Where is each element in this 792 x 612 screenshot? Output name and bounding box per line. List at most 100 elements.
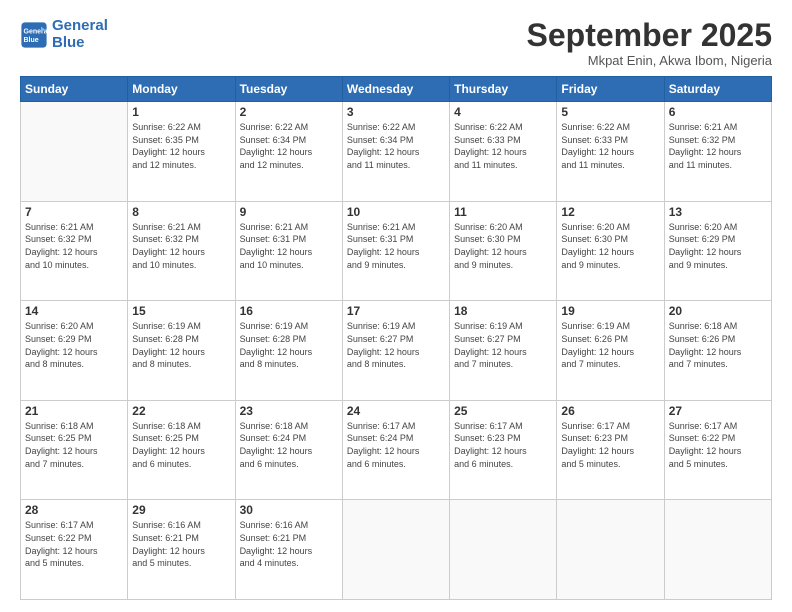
day-info: Sunrise: 6:17 AM Sunset: 6:24 PM Dayligh…: [347, 420, 445, 470]
day-info: Sunrise: 6:20 AM Sunset: 6:29 PM Dayligh…: [25, 320, 123, 370]
day-number: 23: [240, 404, 338, 418]
day-number: 30: [240, 503, 338, 517]
day-info: Sunrise: 6:19 AM Sunset: 6:28 PM Dayligh…: [240, 320, 338, 370]
day-info: Sunrise: 6:18 AM Sunset: 6:25 PM Dayligh…: [25, 420, 123, 470]
table-row: 6Sunrise: 6:21 AM Sunset: 6:32 PM Daylig…: [664, 102, 771, 202]
day-info: Sunrise: 6:17 AM Sunset: 6:22 PM Dayligh…: [669, 420, 767, 470]
day-info: Sunrise: 6:22 AM Sunset: 6:33 PM Dayligh…: [561, 121, 659, 171]
table-row: 8 Sunrise: 6:21 AM Sunset: 6:32 PM Daylig…: [128, 201, 235, 301]
day-info: Sunrise: 6:20 AM Sunset: 6:29 PM Dayligh…: [669, 221, 767, 271]
day-number: 27: [669, 404, 767, 418]
calendar-week-row: 21 Sunrise: 6:18 AM Sunset: 6:25 PM Dayli…: [21, 400, 772, 500]
col-saturday: Saturday: [664, 77, 771, 102]
col-friday: Friday: [557, 77, 664, 102]
table-row: 23 Sunrise: 6:18 AM Sunset: 6:24 PM Dayli…: [235, 400, 342, 500]
day-number: 8: [132, 205, 230, 219]
day-number: 7: [25, 205, 123, 219]
day-info: Sunrise: 6:19 AM Sunset: 6:28 PM Dayligh…: [132, 320, 230, 370]
col-tuesday: Tuesday: [235, 77, 342, 102]
table-row: 25Sunrise: 6:17 AM Sunset: 6:23 PM Dayli…: [450, 400, 557, 500]
calendar-week-row: 14Sunrise: 6:20 AM Sunset: 6:29 PM Dayli…: [21, 301, 772, 401]
day-number: 2: [240, 105, 338, 119]
day-number: 19: [561, 304, 659, 318]
day-info: Sunrise: 6:19 AM Sunset: 6:27 PM Dayligh…: [347, 320, 445, 370]
day-number: 28: [25, 503, 123, 517]
table-row: 27 Sunrise: 6:17 AM Sunset: 6:22 PM Dayli…: [664, 400, 771, 500]
day-number: 4: [454, 105, 552, 119]
day-number: 12: [561, 205, 659, 219]
day-info: Sunrise: 6:17 AM Sunset: 6:22 PM Dayligh…: [25, 519, 123, 569]
table-row: 21 Sunrise: 6:18 AM Sunset: 6:25 PM Dayli…: [21, 400, 128, 500]
day-info: Sunrise: 6:22 AM Sunset: 6:34 PM Dayligh…: [240, 121, 338, 171]
header: General Blue General Blue September 2025…: [20, 18, 772, 68]
day-info: Sunrise: 6:22 AM Sunset: 6:34 PM Dayligh…: [347, 121, 445, 171]
day-number: 5: [561, 105, 659, 119]
calendar-week-row: 1 Sunrise: 6:22 AM Sunset: 6:35 PM Daylig…: [21, 102, 772, 202]
table-row: 11Sunrise: 6:20 AM Sunset: 6:30 PM Dayli…: [450, 201, 557, 301]
day-info: Sunrise: 6:20 AM Sunset: 6:30 PM Dayligh…: [561, 221, 659, 271]
day-info: Sunrise: 6:18 AM Sunset: 6:24 PM Dayligh…: [240, 420, 338, 470]
table-row: 18Sunrise: 6:19 AM Sunset: 6:27 PM Dayli…: [450, 301, 557, 401]
day-info: Sunrise: 6:21 AM Sunset: 6:32 PM Dayligh…: [132, 221, 230, 271]
table-row: [664, 500, 771, 600]
day-info: Sunrise: 6:21 AM Sunset: 6:31 PM Dayligh…: [240, 221, 338, 271]
col-wednesday: Wednesday: [342, 77, 449, 102]
day-info: Sunrise: 6:19 AM Sunset: 6:27 PM Dayligh…: [454, 320, 552, 370]
logo-icon: General Blue: [20, 21, 48, 49]
table-row: 22 Sunrise: 6:18 AM Sunset: 6:25 PM Dayli…: [128, 400, 235, 500]
table-row: 4 Sunrise: 6:22 AM Sunset: 6:33 PM Daylig…: [450, 102, 557, 202]
table-row: 28 Sunrise: 6:17 AM Sunset: 6:22 PM Dayli…: [21, 500, 128, 600]
day-info: Sunrise: 6:21 AM Sunset: 6:31 PM Dayligh…: [347, 221, 445, 271]
day-info: Sunrise: 6:22 AM Sunset: 6:33 PM Dayligh…: [454, 121, 552, 171]
day-info: Sunrise: 6:18 AM Sunset: 6:26 PM Dayligh…: [669, 320, 767, 370]
day-info: Sunrise: 6:21 AM Sunset: 6:32 PM Dayligh…: [669, 121, 767, 171]
day-info: Sunrise: 6:18 AM Sunset: 6:25 PM Dayligh…: [132, 420, 230, 470]
day-info: Sunrise: 6:22 AM Sunset: 6:35 PM Dayligh…: [132, 121, 230, 171]
day-number: 29: [132, 503, 230, 517]
day-info: Sunrise: 6:17 AM Sunset: 6:23 PM Dayligh…: [561, 420, 659, 470]
day-number: 9: [240, 205, 338, 219]
table-row: 17 Sunrise: 6:19 AM Sunset: 6:27 PM Dayli…: [342, 301, 449, 401]
table-row: [342, 500, 449, 600]
table-row: 2 Sunrise: 6:22 AM Sunset: 6:34 PM Daylig…: [235, 102, 342, 202]
day-number: 25: [454, 404, 552, 418]
day-info: Sunrise: 6:19 AM Sunset: 6:26 PM Dayligh…: [561, 320, 659, 370]
table-row: 3 Sunrise: 6:22 AM Sunset: 6:34 PM Daylig…: [342, 102, 449, 202]
table-row: 24Sunrise: 6:17 AM Sunset: 6:24 PM Dayli…: [342, 400, 449, 500]
table-row: 26 Sunrise: 6:17 AM Sunset: 6:23 PM Dayli…: [557, 400, 664, 500]
day-info: Sunrise: 6:21 AM Sunset: 6:32 PM Dayligh…: [25, 221, 123, 271]
day-number: 17: [347, 304, 445, 318]
calendar: Sunday Monday Tuesday Wednesday Thursday…: [20, 76, 772, 600]
day-info: Sunrise: 6:16 AM Sunset: 6:21 PM Dayligh…: [132, 519, 230, 569]
day-number: 1: [132, 105, 230, 119]
table-row: 14Sunrise: 6:20 AM Sunset: 6:29 PM Dayli…: [21, 301, 128, 401]
svg-text:Blue: Blue: [24, 37, 39, 44]
col-sunday: Sunday: [21, 77, 128, 102]
table-row: 20Sunrise: 6:18 AM Sunset: 6:26 PM Dayli…: [664, 301, 771, 401]
table-row: 15 Sunrise: 6:19 AM Sunset: 6:28 PM Dayli…: [128, 301, 235, 401]
day-number: 13: [669, 205, 767, 219]
table-row: 1 Sunrise: 6:22 AM Sunset: 6:35 PM Daylig…: [128, 102, 235, 202]
table-row: 12 Sunrise: 6:20 AM Sunset: 6:30 PM Dayli…: [557, 201, 664, 301]
day-number: 26: [561, 404, 659, 418]
table-row: 30 Sunrise: 6:16 AM Sunset: 6:21 PM Dayli…: [235, 500, 342, 600]
table-row: [450, 500, 557, 600]
calendar-header-row: Sunday Monday Tuesday Wednesday Thursday…: [21, 77, 772, 102]
table-row: 9 Sunrise: 6:21 AM Sunset: 6:31 PM Daylig…: [235, 201, 342, 301]
table-row: 29 Sunrise: 6:16 AM Sunset: 6:21 PM Dayli…: [128, 500, 235, 600]
day-number: 3: [347, 105, 445, 119]
day-number: 15: [132, 304, 230, 318]
day-number: 21: [25, 404, 123, 418]
table-row: 16Sunrise: 6:19 AM Sunset: 6:28 PM Dayli…: [235, 301, 342, 401]
logo: General Blue General Blue: [20, 18, 108, 51]
title-block: September 2025 Mkpat Enin, Akwa Ibom, Ni…: [527, 18, 772, 68]
day-number: 22: [132, 404, 230, 418]
table-row: [557, 500, 664, 600]
subtitle: Mkpat Enin, Akwa Ibom, Nigeria: [527, 53, 772, 68]
table-row: [21, 102, 128, 202]
day-number: 10: [347, 205, 445, 219]
table-row: 5 Sunrise: 6:22 AM Sunset: 6:33 PM Daylig…: [557, 102, 664, 202]
day-info: Sunrise: 6:16 AM Sunset: 6:21 PM Dayligh…: [240, 519, 338, 569]
calendar-week-row: 7 Sunrise: 6:21 AM Sunset: 6:32 PM Daylig…: [21, 201, 772, 301]
logo-text: General Blue: [52, 18, 108, 51]
